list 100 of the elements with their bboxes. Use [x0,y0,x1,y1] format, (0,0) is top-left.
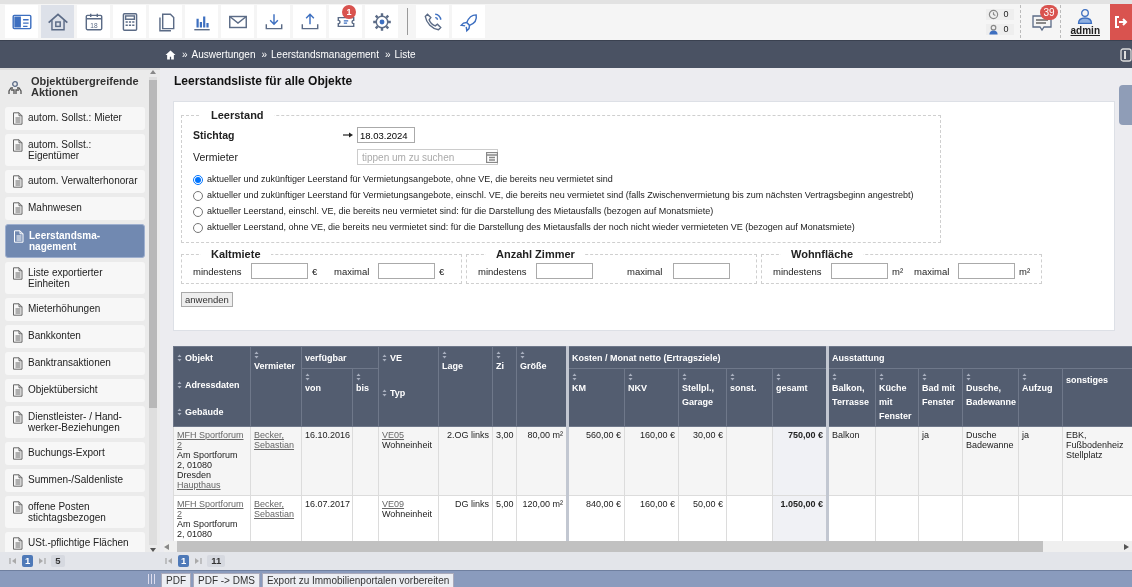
sort-icon[interactable] [305,373,310,381]
column-header[interactable]: Dusche, Badewanne [962,368,1019,427]
column-header[interactable]: Stellpl., Garage [678,368,727,427]
toolbar-button[interactable] [452,5,485,38]
column-header[interactable]: Objekt [177,351,248,365]
radio-button[interactable] [193,206,203,217]
table-link[interactable]: VE05 [382,430,435,440]
sort-icon[interactable] [356,373,361,381]
first-page-icon[interactable] [165,557,173,565]
table-link[interactable]: MFH Sportforum 2 [177,430,247,450]
sidebar-item[interactable]: Mieterhöhungen [5,298,145,321]
sort-icon[interactable] [520,351,525,359]
sort-icon[interactable] [382,354,387,362]
column-header[interactable]: NKV [624,368,679,427]
table-link[interactable]: VE09 [382,499,435,509]
column-header[interactable]: Bad mit Fenster [918,368,963,427]
sort-icon[interactable] [776,373,781,381]
sidebar-item[interactable]: USt.-pflichtige Flächen [5,532,145,552]
sidebar-item[interactable]: Buchungs-Export [5,442,145,465]
sidebar-item[interactable]: Dienstleister- / Hand-werker-Beziehungen [5,406,145,438]
radio-button[interactable] [193,222,203,233]
toolbar-button[interactable] [365,5,398,38]
sort-icon[interactable] [1022,373,1028,381]
column-header[interactable]: Zi [492,346,517,427]
page-button[interactable]: 1 [178,555,190,567]
sidebar-item[interactable]: autom. Sollst.: Mieter [5,107,145,130]
toolbar-button[interactable] [149,5,182,38]
toolbar-button[interactable] [416,5,449,38]
toolbar-button[interactable] [257,5,290,38]
sort-icon[interactable] [682,373,687,381]
page-button[interactable]: 1 [22,555,34,567]
breadcrumb-link[interactable]: Liste [394,49,416,60]
column-header[interactable]: Balkon, Terrasse [827,368,876,427]
sort-icon[interactable] [879,373,885,381]
sidebar-item[interactable]: Banktransaktionen [5,352,145,375]
sort-icon[interactable] [832,373,838,381]
sort-icon[interactable] [177,381,182,389]
date-field[interactable]: 18.03.2024 [357,127,415,143]
sort-icon[interactable] [177,354,182,362]
column-header[interactable]: VE [382,351,436,365]
number-field[interactable] [251,263,308,279]
export-tab[interactable]: Export zu Immobilienportalen vorbereiten [261,573,455,587]
sidebar-item[interactable]: Summen-/Saldenliste [5,469,145,492]
export-tab[interactable]: PDF [161,573,191,587]
column-header[interactable]: Küche mit Fenster [875,368,919,427]
sort-icon[interactable] [730,373,735,381]
breadcrumb-link[interactable]: Leerstandsmanagement [271,49,379,60]
column-header[interactable]: Größe [516,346,568,427]
number-field[interactable] [673,263,730,279]
column-header[interactable]: Lage [438,346,493,427]
sidebar-item[interactable]: autom. Sollst.: Eigentümer [5,134,145,166]
sidebar-item[interactable]: Bankkonten [5,325,145,348]
toolbar-button[interactable] [5,5,38,38]
search-field[interactable]: tippen um zu suchen [357,149,498,165]
sort-icon[interactable] [966,373,972,381]
radio-button[interactable] [193,174,203,185]
sidebar-item[interactable]: Leerstandsma-nagement [5,224,145,258]
sort-icon[interactable] [922,373,928,381]
grip-icon[interactable] [147,573,156,585]
first-page-icon[interactable] [9,557,17,565]
sort-icon[interactable] [628,373,633,381]
column-header[interactable]: KM [567,368,625,427]
sidebar-item[interactable]: autom. Verwalterhonorar [5,170,145,193]
number-field[interactable] [831,263,888,279]
last-page-icon[interactable] [194,557,203,565]
column-header[interactable]: Vermieter [250,346,302,427]
column-header[interactable]: Typ [382,386,436,400]
last-page-icon[interactable] [38,557,47,565]
sidebar-item[interactable]: Objektübersicht [5,379,145,402]
table-link[interactable]: Haupthaus [177,480,247,490]
toolbar-button[interactable] [185,5,218,38]
radio-button[interactable] [193,190,203,201]
counter-button[interactable]: 0 [985,8,1014,20]
logout-button[interactable] [1110,4,1132,40]
column-header[interactable]: Adressdaten [177,378,248,392]
toolbar-button[interactable]: 1 [329,5,362,38]
apply-button[interactable]: anwenden [181,292,233,307]
sort-icon[interactable] [177,408,182,416]
table-link[interactable]: MFH Sportforum 2 [177,499,247,519]
breadcrumb-link[interactable]: Auswertungen [191,49,256,60]
sort-icon[interactable] [572,373,577,381]
panel-toggle-icon[interactable] [1120,47,1132,62]
number-field[interactable] [958,263,1015,279]
number-field[interactable] [378,263,435,279]
column-header[interactable]: von [301,368,353,427]
sidebar-item[interactable]: Liste exportierter Einheiten [5,262,145,294]
column-header[interactable]: Aufzug [1018,368,1063,427]
toolbar-button[interactable] [41,5,74,38]
column-header[interactable]: Gebäude [177,405,248,419]
column-header[interactable]: sonst. [726,368,773,427]
sort-icon[interactable] [442,351,447,359]
sort-icon[interactable] [254,351,259,359]
export-tab[interactable]: PDF -> DMS [193,573,260,587]
toolbar-button[interactable] [113,5,146,38]
sort-icon[interactable] [382,389,387,397]
number-field[interactable] [536,263,593,279]
messages-button[interactable]: 39 [1024,5,1061,38]
sort-icon[interactable] [496,351,501,359]
toolbar-button[interactable] [221,5,254,38]
list-icon[interactable] [486,151,498,163]
